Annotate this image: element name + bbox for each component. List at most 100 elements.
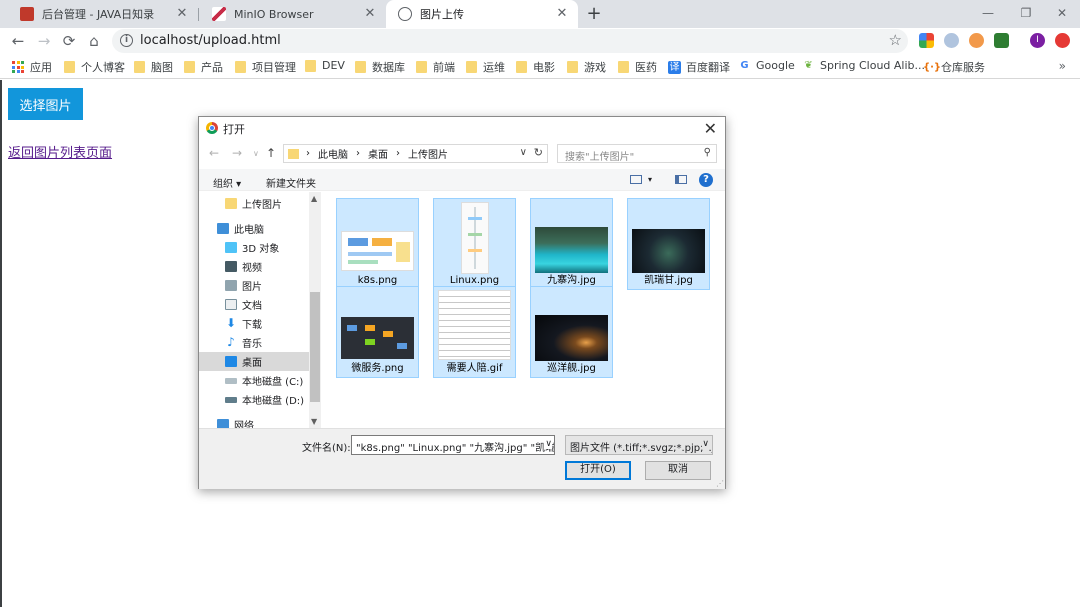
file-item[interactable]: Linux.png [433, 198, 516, 290]
bookmark-folder[interactable]: 电影 [516, 59, 555, 75]
bookmark-folder[interactable]: 个人博客 [64, 59, 125, 75]
back-to-list-link[interactable]: 返回图片列表页面 [8, 142, 112, 161]
bookmark-folder[interactable]: 医药 [618, 59, 657, 75]
update-icon[interactable] [1055, 33, 1070, 48]
bookmark-label: Google [756, 59, 795, 72]
bookmark-folder[interactable]: 游戏 [567, 59, 606, 75]
file-item[interactable]: 微服务.png [336, 286, 419, 378]
filetype-select[interactable]: 图片文件 (*.tiff;*.svgz;*.pjp;*.jpg;*.png;*.… [565, 435, 713, 455]
bookmark-folder[interactable]: 项目管理 [235, 59, 296, 75]
bookmark-google[interactable]: G Google [738, 59, 795, 72]
recent-chevron-icon[interactable]: ∨ [253, 149, 259, 158]
file-item[interactable]: 需要人陪.gif [433, 286, 516, 378]
open-button[interactable]: 打开(O) [565, 461, 631, 480]
bookmark-repo-service[interactable]: {·} 仓库服务 [923, 59, 985, 75]
reload-button[interactable]: ⟳ [59, 31, 79, 51]
bookmark-star-icon[interactable]: ☆ [889, 31, 902, 49]
folder-icon [288, 148, 299, 159]
close-icon[interactable]: ✕ [174, 6, 190, 22]
file-thumbnail [341, 231, 414, 271]
forward-button[interactable]: → [34, 31, 54, 51]
refresh-icon[interactable]: ↻ [534, 146, 543, 159]
dialog-close-button[interactable]: ✕ [704, 119, 717, 138]
window-close-button[interactable]: ✕ [1044, 0, 1080, 28]
bookmark-folder[interactable]: 数据库 [355, 59, 405, 75]
home-button[interactable]: ⌂ [84, 31, 104, 51]
scroll-down-icon[interactable]: ▼ [311, 417, 317, 426]
bookmark-spring-cloud[interactable]: ❦ Spring Cloud Alib... [802, 59, 925, 72]
breadcrumb-desktop[interactable]: 桌面 [368, 146, 388, 161]
filename-input[interactable]: "k8s.png" "Linux.png" "九寨沟.jpg" "凯瑞甘.jpg… [351, 435, 555, 455]
new-folder-button[interactable]: 新建文件夹 [266, 175, 316, 190]
nav-pane-scrollbar[interactable]: ▲ ▼ [309, 192, 321, 428]
bookmark-folder[interactable]: 脑图 [134, 59, 173, 75]
back-button[interactable]: ← [8, 31, 28, 51]
file-item[interactable]: 凯瑞甘.jpg [627, 198, 710, 290]
nav-label: 下载 [242, 320, 262, 331]
extension-icon[interactable] [944, 33, 959, 48]
bookmark-folder[interactable]: 产品 [184, 59, 223, 75]
bookmark-folder[interactable]: 前端 [416, 59, 455, 75]
chevron-down-icon[interactable]: ∨ [520, 147, 527, 158]
nav-item-pictures[interactable]: 图片 [199, 276, 309, 295]
nav-item-3d-objects[interactable]: 3D 对象 [199, 238, 309, 257]
view-mode-icon[interactable] [630, 175, 642, 184]
chevron-down-icon[interactable]: ▾ [648, 175, 652, 184]
back-arrow-icon[interactable]: ← [209, 146, 219, 160]
tab-minio[interactable]: MinIO Browser ✕ [200, 0, 386, 28]
bookmark-apps[interactable]: 应用 [12, 59, 52, 75]
cancel-button[interactable]: 取消 [645, 461, 711, 480]
chevron-down-icon[interactable]: ∨ [702, 439, 709, 449]
close-icon[interactable]: ✕ [554, 6, 570, 22]
nav-item-desktop[interactable]: 桌面 [199, 352, 309, 371]
tab-admin[interactable]: 后台管理 - JAVA日知录 ✕ [8, 0, 198, 28]
nav-item-disk-c[interactable]: 本地磁盘 (C:) [199, 371, 309, 390]
forward-arrow-icon[interactable]: → [232, 146, 242, 160]
bookmarks-overflow-button[interactable]: » [1059, 59, 1066, 73]
scrollbar-thumb[interactable] [310, 292, 320, 402]
file-thumbnail [341, 317, 414, 359]
breadcrumb-upload-folder[interactable]: 上传图片 [408, 146, 448, 161]
extension-icon[interactable] [969, 33, 984, 48]
nav-item-network[interactable]: 网络 [199, 415, 309, 428]
extension-icon[interactable] [994, 33, 1009, 48]
bookmark-folder[interactable]: 运维 [466, 59, 505, 75]
nav-item-downloads[interactable]: ⬇ 下载 [199, 314, 309, 333]
file-item[interactable]: 巡洋舰.jpg [530, 286, 613, 378]
breadcrumb-this-pc[interactable]: 此电脑 [318, 146, 348, 161]
profile-avatar[interactable]: I [1030, 33, 1045, 48]
nav-label: 网络 [234, 421, 254, 428]
nav-item-videos[interactable]: 视频 [199, 257, 309, 276]
help-icon[interactable]: ? [699, 173, 713, 187]
spring-icon: ❦ [804, 60, 813, 71]
minimize-button[interactable]: — [970, 0, 1006, 28]
info-icon[interactable]: i [120, 34, 133, 47]
resize-grip-icon[interactable]: ⋰ [716, 479, 724, 488]
scroll-up-icon[interactable]: ▲ [311, 194, 317, 203]
organize-menu[interactable]: 组织 ▾ [213, 175, 241, 190]
close-icon[interactable]: ✕ [362, 6, 378, 22]
file-item[interactable]: 九寨沟.jpg [530, 198, 613, 290]
nav-item-documents[interactable]: 文档 [199, 295, 309, 314]
chevron-down-icon[interactable]: ∨ [545, 439, 552, 449]
address-bar[interactable]: i localhost/upload.html ☆ [112, 29, 908, 53]
dialog-search-input[interactable]: 搜索"上传图片" ⚲ [557, 144, 717, 163]
new-tab-button[interactable]: + [584, 4, 604, 24]
dialog-path-bar[interactable]: › 此电脑 › 桌面 › 上传图片 ∨ ↻ [283, 144, 548, 163]
up-arrow-icon[interactable]: ↑ [266, 146, 276, 160]
select-image-button[interactable]: 选择图片 [8, 88, 83, 120]
bookmark-folder[interactable]: DEV [305, 59, 345, 72]
nav-item-this-pc[interactable]: 此电脑 [199, 219, 309, 238]
file-name: 需要人陪.gif [446, 363, 503, 374]
preview-pane-icon[interactable] [675, 175, 687, 184]
file-item[interactable]: k8s.png [336, 198, 419, 290]
extension-icon[interactable] [919, 33, 934, 48]
tab-upload[interactable]: 图片上传 ✕ [386, 0, 578, 28]
restore-button[interactable]: ❐ [1008, 0, 1044, 28]
nav-item-upload-folder[interactable]: 上传图片 [199, 194, 309, 213]
bookmark-baidu-translate[interactable]: 译百度翻译 [668, 59, 730, 75]
url-text[interactable]: localhost/upload.html [140, 33, 281, 48]
nav-item-music[interactable]: ♪ 音乐 [199, 333, 309, 352]
nav-item-disk-d[interactable]: 本地磁盘 (D:) [199, 390, 309, 409]
dialog-address-row: ← → ∨ ↑ › 此电脑 › 桌面 › 上传图片 ∨ ↻ 搜索"上传图片" ⚲ [199, 141, 725, 167]
